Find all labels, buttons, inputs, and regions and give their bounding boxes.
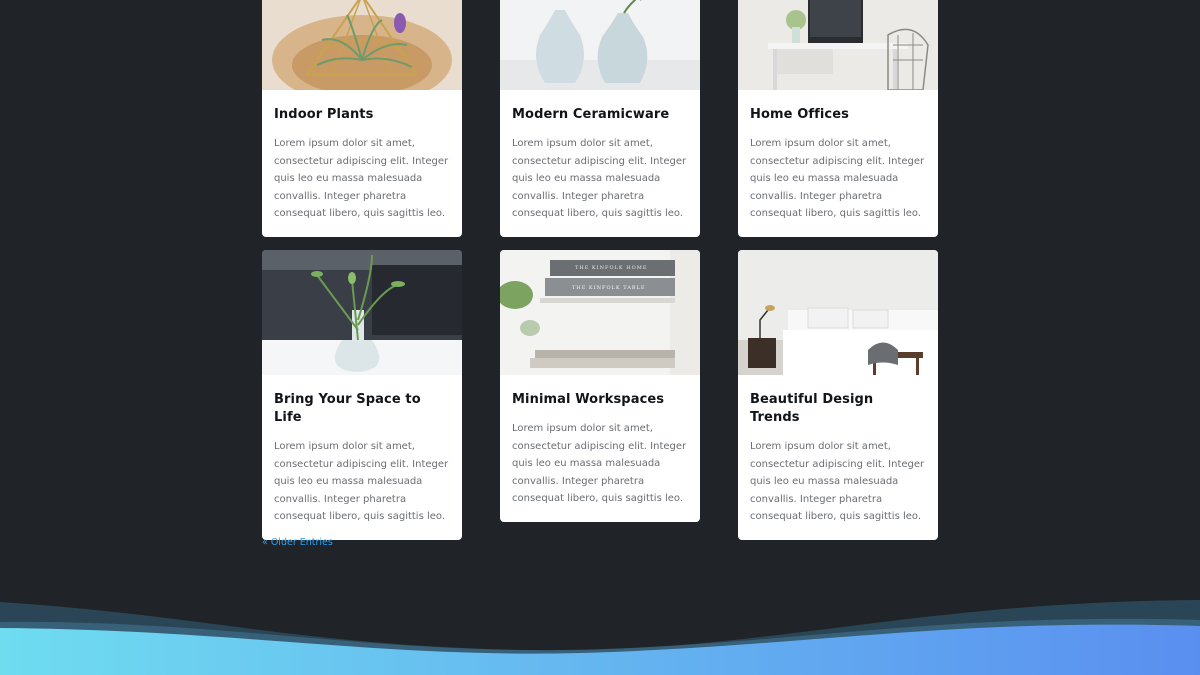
desk-workspace-image[interactable] [738,0,938,90]
post-excerpt: Lorem ipsum dolor sit amet, consectetur … [512,423,687,505]
post-excerpt: Lorem ipsum dolor sit amet, consectetur … [750,441,925,523]
post-card[interactable]: Indoor Plants Lorem ipsum dolor sit amet… [262,0,462,237]
post-card[interactable]: Modern Ceramicware Lorem ipsum dolor sit… [500,0,700,237]
post-excerpt: Lorem ipsum dolor sit amet, consectetur … [274,138,449,220]
post-card[interactable]: Home Offices Lorem ipsum dolor sit amet,… [738,0,938,237]
book-spine-label: THE KINFOLK TABLE [572,285,646,291]
air-plant-terrarium-image [262,0,462,90]
post-excerpt: Lorem ipsum dolor sit amet, consectetur … [274,441,449,523]
older-entries-link[interactable]: « Older Entries [262,537,333,548]
post-title[interactable]: Bring Your Space to Life [274,391,450,427]
blog-grid: Indoor Plants Lorem ipsum dolor sit amet… [262,0,938,540]
post-title[interactable]: Minimal Workspaces [512,391,688,409]
footer-wave-divider [0,600,1200,675]
desk-workspace-image [738,0,938,90]
air-plant-terrarium-image[interactable] [262,0,462,90]
bedroom-image [738,250,938,375]
glass-vase-plant-image [262,250,462,375]
glass-vase-plant-image[interactable] [262,250,462,375]
post-title[interactable]: Modern Ceramicware [512,106,688,124]
book-spine-label: THE KINFOLK HOME [575,265,648,271]
post-title[interactable]: Indoor Plants [274,106,450,124]
post-excerpt: Lorem ipsum dolor sit amet, consectetur … [750,138,925,220]
ceramic-vases-image[interactable] [500,0,700,90]
post-card[interactable]: THE KINFOLK HOME THE KINFOLK TABLE Minim… [500,250,700,522]
bookshelf-image[interactable]: THE KINFOLK HOME THE KINFOLK TABLE [500,250,700,375]
post-excerpt: Lorem ipsum dolor sit amet, consectetur … [512,138,687,220]
ceramic-vases-image [500,0,700,90]
bedroom-image[interactable] [738,250,938,375]
post-card[interactable]: Beautiful Design Trends Lorem ipsum dolo… [738,250,938,540]
post-title[interactable]: Home Offices [750,106,926,124]
post-title[interactable]: Beautiful Design Trends [750,391,926,427]
post-card[interactable]: Bring Your Space to Life Lorem ipsum dol… [262,250,462,540]
